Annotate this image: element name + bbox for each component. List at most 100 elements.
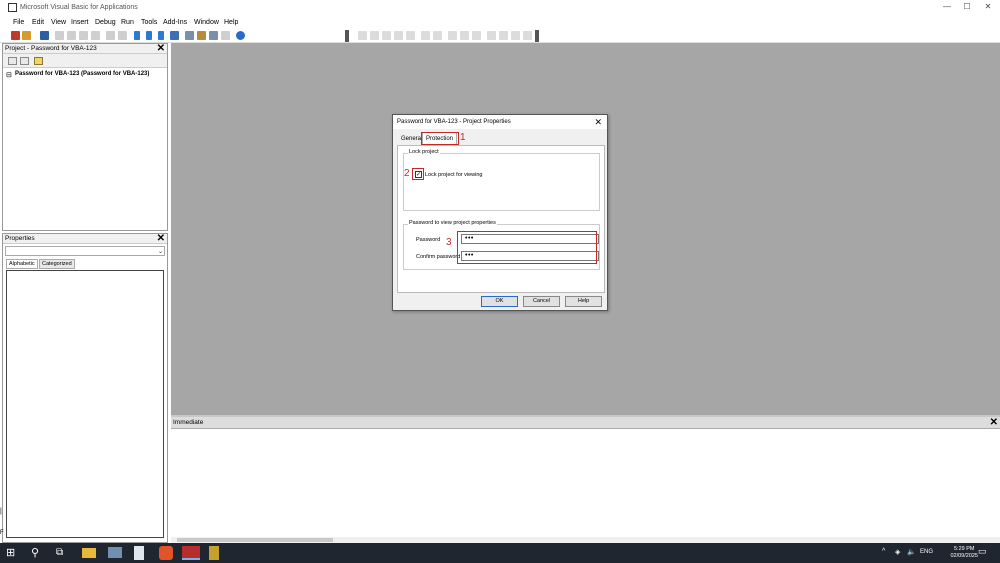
previous-bookmark-icon[interactable]: [511, 31, 520, 40]
project-tree-item[interactable]: Password for VBA-123 (Password for VBA-1…: [15, 71, 149, 77]
chevron-down-icon: ⌄: [157, 249, 163, 255]
language-indicator[interactable]: ENG: [920, 549, 933, 555]
vba-app-icon: [8, 3, 17, 12]
menu-bar: File Edit View Insert Debug Run Tools Ad…: [0, 16, 1000, 29]
tab-categorized[interactable]: Categorized: [39, 259, 75, 269]
toolbar-grip[interactable]: [345, 30, 349, 42]
close-button[interactable]: ✕: [981, 2, 995, 11]
properties-list[interactable]: [6, 270, 164, 538]
design-mode-icon[interactable]: [170, 31, 179, 40]
volume-icon[interactable]: 🔈: [907, 548, 916, 556]
notification-icon[interactable]: ▭: [978, 546, 987, 557]
immediate-header: Immediate ✕: [171, 415, 1000, 429]
view-code-icon[interactable]: [8, 57, 17, 65]
computer-icon[interactable]: [108, 547, 122, 558]
menu-add-ins[interactable]: Add-Ins: [163, 19, 187, 26]
file-explorer-icon[interactable]: [82, 548, 96, 558]
immediate-textarea[interactable]: [171, 429, 1000, 537]
indent-icon[interactable]: [358, 31, 367, 40]
immediate-title: Immediate: [173, 419, 204, 426]
scrollbar-thumb[interactable]: [177, 538, 333, 542]
network-icon[interactable]: ◈: [895, 548, 900, 556]
maximize-button[interactable]: ☐: [960, 2, 974, 11]
menu-insert[interactable]: Insert: [71, 19, 89, 26]
bookmark-icon[interactable]: [487, 31, 496, 40]
clock-time: 5:29 PM: [953, 546, 975, 552]
edge-label: F: [0, 530, 4, 536]
lock-project-checkbox-label[interactable]: Lock project for viewing: [425, 172, 482, 178]
immediate-close-icon[interactable]: ✕: [990, 417, 998, 428]
project-explorer-toolbar: [3, 54, 167, 68]
menu-edit[interactable]: Edit: [32, 19, 44, 26]
menu-help[interactable]: Help: [224, 19, 238, 26]
dialog-close-icon[interactable]: ✕: [594, 117, 602, 128]
brave-browser-icon[interactable]: [159, 546, 173, 560]
access-app-icon[interactable]: [182, 546, 200, 560]
list-constants-icon[interactable]: [433, 31, 442, 40]
search-icon[interactable]: ⚲: [31, 546, 45, 560]
menu-window[interactable]: Window: [194, 19, 219, 26]
find-icon[interactable]: [91, 31, 100, 40]
redo-icon[interactable]: [118, 31, 127, 40]
next-bookmark-icon[interactable]: [499, 31, 508, 40]
properties-close-icon[interactable]: ✕: [157, 233, 165, 244]
project-explorer-header: Project - Password for VBA-123 ✕: [3, 43, 167, 54]
vba-taskbar-icon[interactable]: [209, 546, 219, 560]
cut-icon[interactable]: [55, 31, 64, 40]
menu-tools[interactable]: Tools: [141, 19, 157, 26]
notepad-icon[interactable]: [134, 546, 144, 560]
clear-bookmarks-icon[interactable]: [523, 31, 532, 40]
quick-info-icon[interactable]: [448, 31, 457, 40]
help-icon[interactable]: [236, 31, 245, 40]
uncomment-block-icon[interactable]: [406, 31, 415, 40]
properties-window-icon[interactable]: [197, 31, 206, 40]
help-button[interactable]: Help: [565, 296, 602, 307]
parameter-info-icon[interactable]: [460, 31, 469, 40]
object-browser-icon[interactable]: [209, 31, 218, 40]
toggle-folders-icon[interactable]: [34, 57, 43, 65]
confirm-password-label: Confirm password: [416, 254, 461, 260]
minimize-button[interactable]: —: [940, 2, 954, 11]
project-properties-dialog: Password for VBA-123 - Project Propertie…: [392, 114, 608, 311]
complete-word-icon[interactable]: [472, 31, 481, 40]
save-icon[interactable]: [40, 31, 49, 40]
properties-object-dropdown[interactable]: ⌄: [5, 246, 165, 256]
toolbar-grip-end[interactable]: [535, 30, 539, 42]
show-hidden-icons-chevron-icon[interactable]: ^: [882, 548, 885, 555]
title-bar: Microsoft Visual Basic for Applications …: [0, 0, 1000, 16]
windows-start-icon[interactable]: ⊞: [6, 546, 20, 560]
project-explorer-title: Project - Password for VBA-123: [5, 45, 97, 52]
taskbar-clock[interactable]: 5:29 PM 02/09/2025: [950, 546, 978, 560]
clock-date: 02/09/2025: [950, 553, 978, 559]
list-properties-icon[interactable]: [421, 31, 430, 40]
dialog-title: Password for VBA-123 - Project Propertie…: [397, 119, 511, 125]
insert-module-icon[interactable]: [22, 31, 31, 40]
excel-view-icon[interactable]: [11, 31, 20, 40]
copy-icon[interactable]: [67, 31, 76, 40]
dialog-title-bar: Password for VBA-123 - Project Propertie…: [393, 115, 607, 129]
tab-alphabetic[interactable]: Alphabetic: [6, 259, 38, 269]
menu-run[interactable]: Run: [121, 19, 134, 26]
toggle-breakpoint-icon[interactable]: [382, 31, 391, 40]
cancel-button[interactable]: Cancel: [523, 296, 560, 307]
lock-project-group-label: Lock project: [408, 149, 440, 155]
task-view-icon[interactable]: ⧉: [56, 546, 70, 560]
view-object-icon[interactable]: [20, 57, 29, 65]
properties-header: Properties ✕: [3, 233, 167, 244]
immediate-window: Immediate ✕: [171, 415, 1000, 543]
menu-debug[interactable]: Debug: [95, 19, 116, 26]
project-explorer-icon[interactable]: [185, 31, 194, 40]
break-icon[interactable]: [146, 31, 152, 40]
menu-file[interactable]: File: [13, 19, 24, 26]
outdent-icon[interactable]: [370, 31, 379, 40]
project-explorer-close-icon[interactable]: ✕: [157, 43, 165, 54]
undo-icon[interactable]: [106, 31, 115, 40]
run-icon[interactable]: [134, 31, 140, 40]
ok-button[interactable]: OK: [481, 296, 518, 307]
menu-view[interactable]: View: [51, 19, 66, 26]
comment-block-icon[interactable]: [394, 31, 403, 40]
toolbox-icon[interactable]: [221, 31, 230, 40]
reset-icon[interactable]: [158, 31, 164, 40]
edge-text-cursor-icon: |: [0, 508, 2, 515]
paste-icon[interactable]: [79, 31, 88, 40]
